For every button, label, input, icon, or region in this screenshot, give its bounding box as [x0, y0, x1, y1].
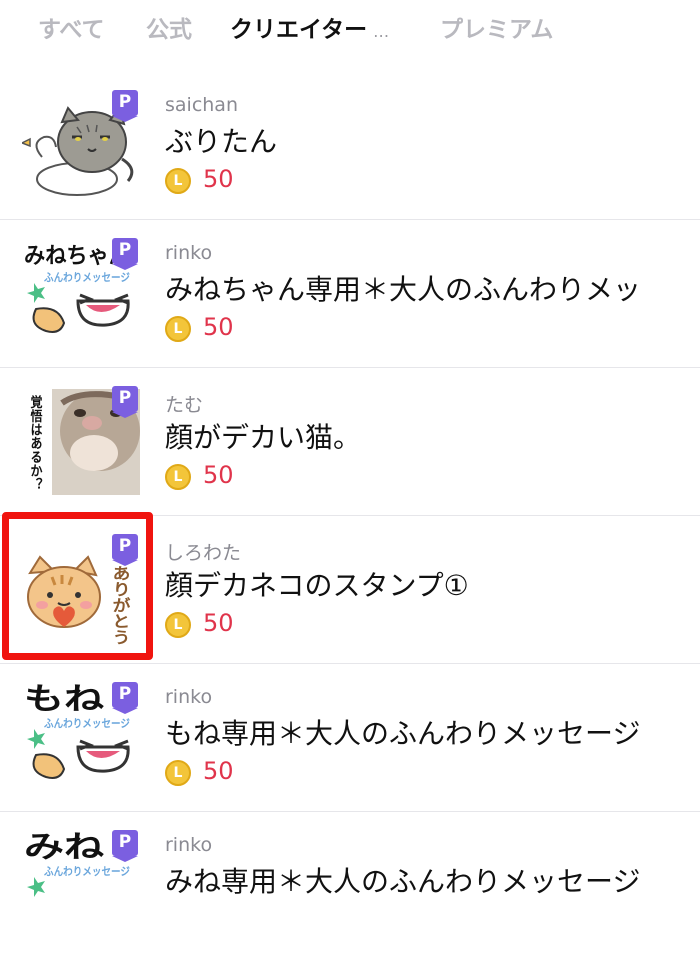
creator-name: rinko: [165, 834, 213, 856]
premium-badge: P: [112, 90, 138, 122]
line-coin-icon: L: [165, 168, 191, 194]
thumb-text-main: みね: [24, 830, 104, 865]
price-value: 50: [203, 165, 234, 193]
tab-creator[interactable]: クリエイター …: [230, 10, 389, 44]
price-value: 50: [203, 461, 234, 489]
sticker-title: みね専用＊大人のふんわりメッセージ: [165, 865, 641, 898]
thumb-text-sub: ふんわりメッセージ: [44, 271, 130, 284]
thumb-text-sub: ふんわりメッセージ: [44, 717, 130, 730]
category-tabs: すべて 公式 クリエイター … プレミアム: [0, 0, 700, 56]
list-item[interactable]: みね ふんわりメッセージ P rinko みね専用＊大人のふんわりメッセージ: [0, 811, 700, 959]
line-coin-icon: L: [165, 316, 191, 342]
thumb-vertical-text: ありがとう: [110, 565, 131, 645]
tab-official[interactable]: 公式: [146, 10, 192, 44]
tab-creator-label: クリエイター: [230, 17, 368, 43]
list-item[interactable]: もね ふんわりメッセージ P rinko もね専用＊大人のふんわりメッセージ L…: [0, 663, 700, 811]
creator-name: rinko: [165, 686, 213, 708]
list-item[interactable]: 覚悟はあるか？ P たむ 顔がデカい猫。 L 50: [0, 367, 700, 515]
list-item[interactable]: P saichan ぶりたん L 50: [0, 72, 700, 219]
price-value: 50: [203, 609, 234, 637]
sticker-title: ぶりたん: [165, 125, 278, 158]
line-coin-icon: L: [165, 760, 191, 786]
thumb-text-sub: ふんわりメッセージ: [44, 865, 130, 878]
premium-badge: P: [112, 238, 138, 270]
list-item[interactable]: ありがとう P しろわた 顔デカネコのスタンプ① L 50: [0, 515, 700, 663]
tab-creator-ellipsis: …: [373, 22, 390, 41]
thumb-text-main: もね: [24, 682, 104, 717]
list-item[interactable]: みねちゃん ふんわりメッセージ P rinko みねちゃん専用＊大人のふんわりメ…: [0, 219, 700, 367]
creator-name: たむ: [165, 394, 204, 416]
sticker-title: みねちゃん専用＊大人のふんわりメッ: [165, 273, 642, 306]
premium-badge: P: [112, 386, 138, 418]
premium-badge: P: [112, 830, 138, 862]
premium-badge: P: [112, 682, 138, 714]
price-value: 50: [203, 757, 234, 785]
sticker-title: 顔がデカい猫。: [165, 421, 362, 454]
thumb-vertical-text: 覚悟はあるか？: [29, 393, 43, 491]
premium-badge: P: [112, 534, 138, 566]
sticker-title: 顔デカネコのスタンプ①: [165, 569, 469, 602]
sticker-title: もね専用＊大人のふんわりメッセージ: [165, 717, 641, 750]
creator-name: saichan: [165, 94, 238, 116]
tab-all[interactable]: すべて: [38, 10, 104, 44]
price-value: 50: [203, 313, 234, 341]
creator-name: しろわた: [165, 542, 242, 564]
tab-premium[interactable]: プレミアム: [440, 10, 553, 44]
line-coin-icon: L: [165, 612, 191, 638]
line-coin-icon: L: [165, 464, 191, 490]
creator-name: rinko: [165, 242, 213, 264]
sticker-list: P saichan ぶりたん L 50 みねちゃん ふんわりメッセージ P ri…: [0, 72, 700, 959]
